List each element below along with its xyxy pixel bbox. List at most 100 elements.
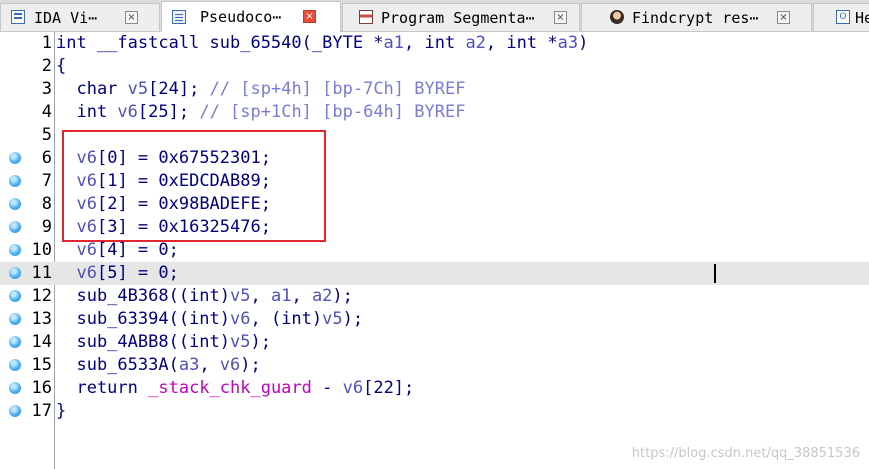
line-number: 10 [31, 240, 52, 260]
code-token: , [291, 286, 312, 306]
breakpoint-icon[interactable] [9, 152, 21, 164]
line-number: 6 [41, 148, 52, 168]
code-variable: v6 [230, 309, 251, 329]
code-token: sub_63394((int) [56, 309, 230, 329]
annotation-box [62, 130, 326, 242]
code-line[interactable]: 16 return _stack_chk_guard - v6[22]; [0, 377, 869, 400]
line-number: 8 [41, 194, 52, 214]
breakpoint-icon[interactable] [9, 244, 21, 256]
code-text: sub_4B368((int)v5, a1, a2); [56, 285, 353, 308]
tab-ida-view[interactable]: IDA Vi⋯ × [0, 3, 160, 31]
code-text: sub_6533A(a3, v6); [56, 354, 261, 377]
code-text: sub_4ABB8((int)v5); [56, 331, 271, 354]
tab-label: IDA Vi⋯ [34, 9, 98, 27]
code-variable: v5 [230, 286, 251, 306]
line-number: 9 [41, 217, 52, 237]
text-caret [714, 264, 716, 283]
code-comment: // [sp+4h] [bp-7Ch] BYREF [209, 79, 466, 99]
tab-hex-view[interactable]: O He [813, 3, 869, 31]
code-token: int __fastcall sub_65540( [56, 33, 312, 53]
breakpoint-icon[interactable] [9, 336, 21, 348]
code-token: ) [578, 33, 589, 53]
code-variable: a1 [383, 33, 405, 53]
breakpoint-icon[interactable] [9, 382, 21, 394]
line-number: 11 [31, 263, 52, 283]
code-token: } [56, 401, 67, 421]
tab-close-icon[interactable]: × [777, 11, 790, 24]
code-variable: v6 [76, 240, 97, 260]
breakpoint-icon[interactable] [9, 405, 21, 417]
code-line[interactable]: 13 sub_63394((int)v6, (int)v5); [0, 308, 869, 331]
code-token: ); [240, 355, 261, 375]
code-token: ); [342, 309, 364, 329]
code-import: _stack_chk_guard [148, 378, 312, 398]
code-token: { [56, 56, 67, 76]
findcrypt-icon [610, 10, 624, 24]
line-number: 13 [31, 309, 52, 329]
code-line[interactable]: 14 sub_4ABB8((int)v5); [0, 331, 869, 354]
code-text: int __fastcall sub_65540(_BYTE *a1 , int … [56, 32, 588, 55]
breakpoint-icon[interactable] [9, 290, 21, 302]
line-number: 16 [31, 378, 52, 398]
code-variable: a3 [178, 355, 200, 375]
hex-view-icon: O [836, 10, 850, 24]
tab-pseudocode[interactable]: Pseudoco⋯ × [161, 1, 341, 32]
code-token: int [56, 102, 118, 122]
code-line[interactable]: 11 v6[5] = 0; [0, 262, 869, 285]
line-number: 14 [31, 332, 52, 352]
line-number: 1 [41, 33, 52, 53]
tab-label: Pseudoco⋯ [200, 8, 282, 26]
watermark: https://blog.csdn.net/qq_38851536 [631, 446, 860, 461]
code-token: , [199, 355, 220, 375]
tab-program-segmentation[interactable]: Program Segmenta⋯ × [342, 3, 580, 31]
code-token: ); [250, 332, 271, 352]
code-variable: a1 [270, 286, 292, 306]
code-text: v6[4] = 0; [56, 239, 179, 262]
code-line[interactable]: 3 char v5[24]; // [sp+4h] [bp-7Ch] BYREF [0, 78, 869, 101]
tab-label: Program Segmenta⋯ [381, 9, 535, 27]
code-line[interactable]: 17} [0, 400, 869, 423]
breakpoint-icon[interactable] [9, 175, 21, 187]
tab-findcrypt-results[interactable]: Findcrypt res⋯ × [581, 3, 812, 31]
ida-window: IDA Vi⋯ × Pseudoco⋯ × Program Segmenta⋯ … [0, 0, 869, 469]
code-line[interactable]: 2{ [0, 55, 869, 78]
code-text: return _stack_chk_guard - v6[22]; [56, 377, 414, 400]
code-token: [5] = 0; [96, 263, 179, 283]
code-text: char v5[24]; // [sp+4h] [bp-7Ch] BYREF [56, 78, 465, 101]
code-line[interactable]: 10 v6[4] = 0; [0, 239, 869, 262]
breakpoint-icon[interactable] [9, 221, 21, 233]
code-line[interactable]: 12 sub_4B368((int)v5, a1, a2); [0, 285, 869, 308]
code-token: [4] = 0; [96, 240, 179, 260]
tab-close-icon[interactable]: × [125, 11, 138, 24]
code-token: sub_4B368((int) [56, 286, 230, 306]
code-token: , (int) [250, 309, 323, 329]
code-text: } [56, 400, 66, 423]
code-token: [22]; [363, 378, 415, 398]
code-variable: a3 [557, 33, 579, 53]
code-token: return [56, 378, 149, 398]
breakpoint-icon[interactable] [9, 359, 21, 371]
code-token: [24]; [148, 79, 210, 99]
pseudocode-editor[interactable]: 1 int __fastcall sub_65540(_BYTE *a1, int… [0, 32, 869, 469]
code-line[interactable]: 15 sub_6533A(a3, v6); [0, 354, 869, 377]
code-token: , int [404, 33, 466, 53]
code-token: , int * [485, 33, 558, 53]
code-token: char [56, 79, 128, 99]
code-token: ); [332, 286, 353, 306]
line-number: 15 [31, 355, 52, 375]
breakpoint-icon[interactable] [9, 198, 21, 210]
tab-close-icon[interactable]: × [554, 11, 567, 24]
code-line[interactable]: 4 int v6[25]; // [sp+1Ch] [bp-64h] BYREF [0, 101, 869, 124]
code-text: sub_63394((int)v6, (int)v5); [56, 308, 363, 331]
code-token: , [250, 286, 271, 306]
code-comment: // [sp+1Ch] [bp-64h] BYREF [199, 102, 466, 122]
breakpoint-icon[interactable] [9, 313, 21, 325]
breakpoint-icon[interactable] [9, 267, 21, 279]
code-variable: a2 [311, 286, 333, 306]
tab-close-icon[interactable]: × [303, 10, 316, 23]
code-variable: v6 [76, 263, 97, 283]
code-line[interactable]: 1 int __fastcall sub_65540(_BYTE *a1, int… [0, 32, 869, 55]
code-text: { [56, 55, 66, 78]
